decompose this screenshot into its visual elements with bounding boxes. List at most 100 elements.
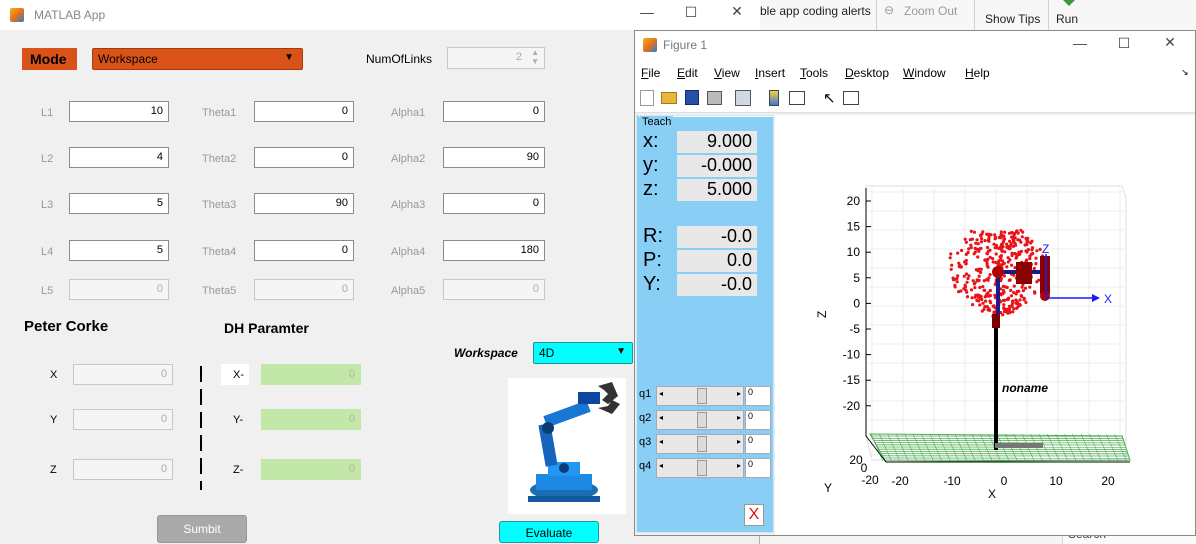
dh-result-field: 0 [261, 459, 361, 480]
alpha-field[interactable]: 0 [443, 193, 545, 214]
workspace-point [979, 270, 983, 274]
slider-thumb[interactable] [697, 460, 707, 476]
workspace-point [992, 242, 996, 246]
slider-thumb[interactable] [697, 436, 707, 452]
theta-field[interactable]: 0 [254, 147, 354, 168]
joint-slider[interactable]: ◂ ▸ [656, 410, 744, 430]
slider-right-icon[interactable]: ▸ [737, 389, 741, 398]
menu-help[interactable]: Help [965, 66, 990, 80]
slider-right-icon[interactable]: ▸ [737, 437, 741, 446]
link-length-field: 0 [69, 279, 169, 300]
slider-left-icon[interactable]: ◂ [659, 413, 663, 422]
link-plot-icon[interactable] [735, 90, 751, 106]
colorbar-icon[interactable] [769, 90, 779, 106]
legend-icon[interactable] [789, 91, 805, 105]
menu-edit[interactable]: Edit [677, 66, 698, 80]
alpha-field[interactable]: 0 [443, 101, 545, 122]
menu-view[interactable]: View [714, 66, 740, 80]
slider-left-icon[interactable]: ◂ [659, 437, 663, 446]
workspace-point [971, 279, 975, 283]
workspace-point [957, 290, 961, 294]
workspace-point [1035, 249, 1039, 253]
mode-dropdown[interactable]: Workspace ▼ [92, 48, 303, 70]
slider-right-icon[interactable]: ▸ [737, 413, 741, 422]
menu-file[interactable]: File [641, 66, 660, 80]
workspace-dropdown[interactable]: 4D ▼ [533, 342, 633, 364]
workspace-point [972, 252, 976, 256]
link-length-field[interactable]: 10 [69, 101, 169, 122]
menu-desktop[interactable]: Desktop [845, 66, 889, 80]
numoflinks-spinner[interactable]: 2 ▲ ▼ [447, 47, 545, 69]
open-file-icon[interactable] [661, 92, 677, 104]
menu-insert[interactable]: Insert [755, 66, 785, 80]
link-length-field[interactable]: 5 [69, 240, 169, 261]
property-editor-icon[interactable] [843, 91, 859, 105]
minimize-icon[interactable]: — [632, 4, 662, 20]
workspace-point [1009, 231, 1013, 235]
workspace-point [970, 237, 974, 241]
joint-slider[interactable]: ◂ ▸ [656, 386, 744, 406]
workspace-point [1009, 294, 1014, 298]
workspace-point [964, 252, 968, 256]
theta-field[interactable]: 0 [254, 240, 354, 261]
robot-shadow [995, 443, 1043, 448]
maximize-icon[interactable]: ☐ [676, 4, 706, 21]
new-figure-icon[interactable] [640, 90, 654, 106]
workspace-point [978, 303, 982, 307]
workspace-point [1003, 298, 1007, 302]
ribbon-alerts-label[interactable]: ble app coding alerts [760, 4, 871, 18]
slider-right-icon[interactable]: ▸ [737, 461, 741, 470]
workspace-point [1000, 242, 1004, 246]
workspace-point [960, 248, 964, 253]
zoom-out-icon[interactable]: ⊖ [884, 3, 894, 17]
y-axis-label: Y [824, 481, 832, 495]
peter-corke-result-field: 0 [73, 459, 173, 480]
evaluate-button[interactable]: Evaluate [499, 521, 599, 543]
slider-thumb[interactable] [697, 412, 707, 428]
x-axis-label: X [988, 487, 996, 501]
slider-thumb[interactable] [697, 388, 707, 404]
menu-window[interactable]: Window [903, 66, 946, 80]
workspace-point [950, 263, 954, 267]
print-icon[interactable] [707, 91, 722, 105]
save-icon[interactable] [685, 90, 699, 105]
alpha-field[interactable]: 180 [443, 240, 545, 261]
ribbon-run[interactable]: Run [1056, 12, 1078, 26]
workspace-point [976, 255, 980, 259]
close-icon[interactable]: ✕ [722, 3, 752, 20]
joint-slider[interactable]: ◂ ▸ [656, 458, 744, 478]
theta-field[interactable]: 0 [254, 101, 354, 122]
submit-button[interactable]: Sumbit [157, 515, 247, 543]
link-length-label: L3 [41, 199, 54, 211]
run-icon [1063, 0, 1075, 6]
figure-minimize-icon[interactable]: — [1065, 35, 1095, 51]
alpha-field[interactable]: 90 [443, 147, 545, 168]
workspace-point [1019, 240, 1023, 244]
workspace-point [979, 233, 983, 237]
workspace-point [1007, 278, 1011, 282]
teach-close-button[interactable]: X [744, 504, 764, 526]
menu-overflow-icon[interactable]: ↘ [1181, 67, 1189, 78]
workspace-point [1010, 304, 1014, 308]
ribbon-zoom-out[interactable]: Zoom Out [904, 4, 957, 18]
theta-field[interactable]: 90 [254, 193, 354, 214]
workspace-point [1003, 310, 1007, 314]
figure-close-icon[interactable]: ✕ [1155, 34, 1185, 51]
ribbon-show-tips[interactable]: Show Tips [985, 12, 1040, 26]
workspace-point [965, 295, 970, 299]
chevron-down-icon: ▼ [616, 346, 626, 357]
slider-left-icon[interactable]: ◂ [659, 389, 663, 398]
link-length-field[interactable]: 5 [69, 193, 169, 214]
figure-maximize-icon[interactable]: ☐ [1109, 35, 1139, 52]
workspace-point [970, 296, 974, 300]
pointer-icon[interactable]: ↖ [823, 89, 836, 107]
menu-tools[interactable]: Tools [800, 66, 828, 80]
link-length-field[interactable]: 4 [69, 147, 169, 168]
joint-slider[interactable]: ◂ ▸ [656, 434, 744, 454]
workspace-point [1002, 307, 1006, 311]
slider-left-icon[interactable]: ◂ [659, 461, 663, 470]
teach-title: Teach [640, 116, 674, 128]
spinner-arrows-icon[interactable]: ▲ ▼ [531, 48, 539, 66]
figure-titlebar: Figure 1 — ☐ ✕ [635, 31, 1195, 59]
workspace-point [1030, 239, 1034, 243]
